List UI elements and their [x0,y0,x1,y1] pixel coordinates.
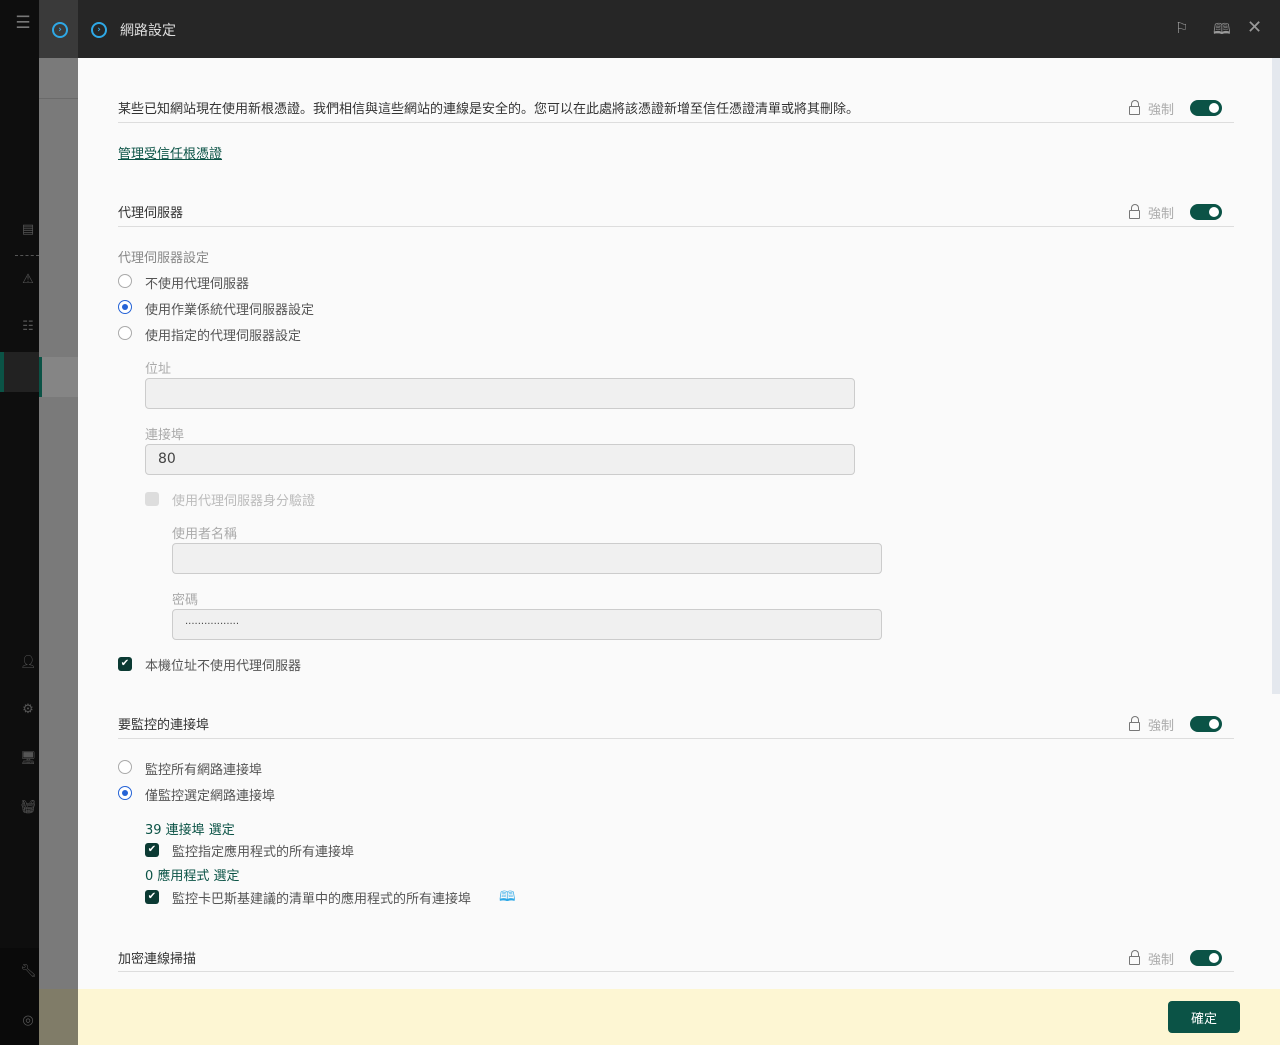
hierarchy-icon[interactable]: ☷ [20,319,36,335]
apps-selected-link[interactable]: 0 應用程式 選定 [145,865,240,884]
radio-no-proxy[interactable] [118,274,132,288]
lock-icon [1128,716,1140,731]
left-nav: ☰ ▤ ⚠ ☷ 👤︎ ⚙ 🖥︎ 🧺︎ 🔧︎ ◎ [0,0,39,1045]
monitor-kaspersky-checkbox[interactable]: ✔ [145,890,159,904]
checkbox-label: 監控卡巴斯基建議的清單中的應用程式的所有連接埠 [172,892,472,907]
enforce-toggle[interactable] [1190,100,1222,116]
server-settings-icon[interactable]: ⚙ [20,702,36,718]
radio-all-ports[interactable] [118,760,132,774]
proxy-settings-label: 代理伺服器設定 [118,251,210,266]
cert-section: 某些已知網站現在使用新根憑證。我們相信與這些網站的連線是安全的。您可以在此處將該… [118,98,1234,123]
page-title: 網路設定 [120,23,176,39]
scrollbar[interactable] [1272,58,1280,694]
port-input[interactable]: 80 [145,444,855,475]
section-title: 代理伺服器 [118,206,184,221]
proxy-auth-checkbox[interactable] [145,492,159,506]
ports-section-header: 要監控的連接埠 強制 [118,714,1234,739]
monitor-apps-checkbox[interactable]: ✔ [145,843,159,857]
expand-icon[interactable]: › [91,22,107,38]
close-icon[interactable]: ✕ [1247,17,1262,38]
lock-icon [1128,950,1140,965]
radio-label: 使用作業係統代理伺服器設定 [145,303,315,318]
ports-selected-link[interactable]: 39 連接埠 選定 [145,819,235,838]
enforce-lock: 強制 [1128,203,1174,222]
checkbox-label: 使用代理伺服器身分驗證 [172,494,316,509]
port-label: 連接埠 [145,428,185,443]
warning-icon[interactable]: ⚠ [20,272,36,288]
footer: 確定 [78,989,1280,1045]
radio-label: 僅監控選定網路連接埠 [145,789,276,804]
username-label: 使用者名稱 [172,527,238,542]
wrench-icon[interactable]: 🔧︎ [20,964,37,980]
monitor-search-icon[interactable]: 🖥︎ [20,751,37,767]
checkbox-label: 本機位址不使用代理伺服器 [145,659,302,674]
basket-icon[interactable]: 🧺︎ [20,800,37,816]
book-icon[interactable]: 🕮 [499,886,516,910]
section-title: 加密連線掃描 [118,952,197,967]
bypass-local-checkbox[interactable]: ✔ [118,657,132,671]
proxy-section-header: 代理伺服器 強制 [118,202,1234,227]
lock-icon [1128,100,1140,115]
panel-header: › 網路設定 ⚐ 🕮 ✕ [78,0,1280,58]
account-icon[interactable]: ◎ [20,1013,36,1029]
book-icon[interactable]: 🕮 [1213,19,1231,44]
network-settings-panel: › 網路設定 ⚐ 🕮 ✕ 某些已知網站現在使用新根憑證。我們相信與這些網站的連線… [78,0,1280,1045]
radio-selected-ports[interactable] [118,786,132,800]
server-icon[interactable]: ▤ [20,222,36,238]
radio-label: 不使用代理伺服器 [145,277,250,292]
section-title: 要監控的連接埠 [118,718,210,733]
expand-icon[interactable]: › [52,22,68,38]
nav-item-active[interactable] [0,352,39,392]
encrypted-section-header: 加密連線掃描 強制 [118,948,1234,972]
ok-button[interactable]: 確定 [1168,1001,1240,1033]
address-label: 位址 [145,362,172,377]
enforce-toggle[interactable] [1190,950,1222,966]
lock-icon [1128,204,1140,219]
enforce-lock: 強制 [1128,715,1174,734]
enforce-lock: 強制 [1128,949,1174,968]
cert-text: 某些已知網站現在使用新根憑證。我們相信與這些網站的連線是安全的。您可以在此處將該… [118,102,860,117]
radio-os-proxy[interactable] [118,300,132,314]
dimmed-panel [39,0,78,1045]
username-input[interactable] [172,543,882,574]
manage-trusted-root-link[interactable]: 管理受信任根憑證 [118,143,222,162]
radio-custom-proxy[interactable] [118,326,132,340]
radio-label: 監控所有網路連接埠 [145,763,263,778]
address-input[interactable] [145,378,855,409]
user-icon[interactable]: 👤︎ [20,655,37,671]
enforce-toggle[interactable] [1190,716,1222,732]
divider [15,255,39,256]
menu-icon[interactable]: ☰ [15,15,31,32]
radio-label: 使用指定的代理伺服器設定 [145,329,302,344]
enforce-toggle[interactable] [1190,204,1222,220]
flag-icon[interactable]: ⚐ [1175,19,1188,37]
password-label: 密碼 [172,593,199,608]
enforce-lock: 強制 [1128,99,1174,118]
checkbox-label: 監控指定應用程式的所有連接埠 [172,845,355,860]
password-input[interactable]: ················· [172,609,882,640]
